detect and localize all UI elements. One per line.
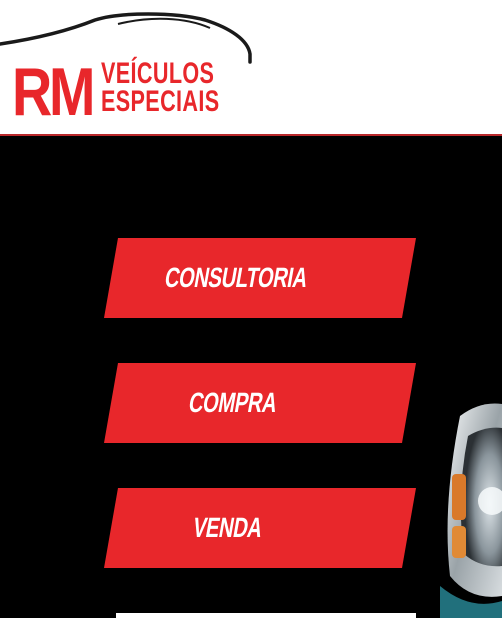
next-menu-button-edge[interactable]: [116, 613, 416, 618]
compra-button-label: COMPRA: [186, 387, 280, 418]
venda-button-label: VENDA: [190, 512, 265, 543]
hero-section: CONSULTORIA COMPRA VENDA: [0, 136, 502, 618]
logo-initials: RM: [12, 54, 95, 130]
site-header: RM VEÍCULOS ESPECIAIS: [0, 0, 502, 136]
compra-button[interactable]: COMPRA: [104, 363, 416, 443]
consultoria-button-label: CONSULTORIA: [162, 262, 311, 293]
logo-word-especiais: ESPECIAIS: [101, 85, 220, 118]
venda-button[interactable]: VENDA: [104, 488, 416, 568]
logo-word-veiculos: VEÍCULOS: [101, 57, 215, 90]
site-logo[interactable]: RM VEÍCULOS ESPECIAIS: [0, 10, 260, 130]
consultoria-button[interactable]: CONSULTORIA: [104, 238, 416, 318]
car-headlight-image: [440, 403, 502, 618]
